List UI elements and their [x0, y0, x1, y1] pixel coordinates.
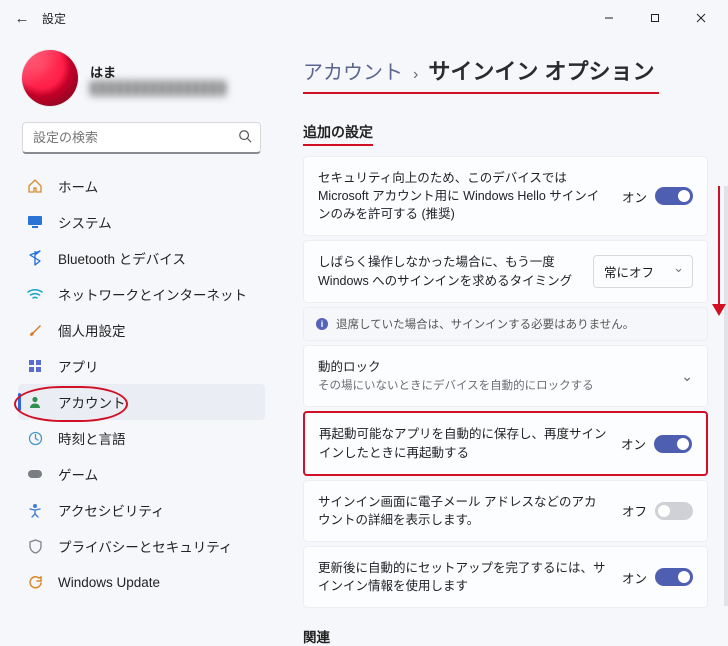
setting-text: 更新後に自動的にセットアップを完了するには、サインイン情報を使用します — [318, 559, 608, 595]
sidebar-item-label: Windows Update — [58, 575, 160, 590]
setting-subtext: その場にいないときにデバイスを自動的にロックする — [318, 378, 661, 395]
sidebar-item-label: ホーム — [58, 176, 98, 196]
setting-show-email: サインイン画面に電子メール アドレスなどのアカウントの詳細を表示します。 オフ — [303, 480, 708, 542]
setting-finish-setup: 更新後に自動的にセットアップを完了するには、サインイン情報を使用します オン — [303, 546, 708, 608]
content-pane: アカウント › サインイン オプション 追加の設定 セキュリティ向上のため、この… — [275, 36, 728, 614]
setting-text: セキュリティ向上のため、このデバイスでは Microsoft アカウント用に W… — [318, 169, 608, 223]
sidebar-item-home[interactable]: ホーム — [18, 168, 265, 204]
shield-icon — [26, 539, 44, 554]
setting-hello-only: セキュリティ向上のため、このデバイスでは Microsoft アカウント用に W… — [303, 156, 708, 236]
toggle-switch[interactable] — [655, 187, 693, 205]
setting-dynamic-lock[interactable]: 動的ロック その場にいないときにデバイスを自動的にロックする ⌄ — [303, 345, 708, 408]
sidebar-item-gaming[interactable]: ゲーム — [18, 456, 265, 492]
sidebar-item-label: プライバシーとセキュリティ — [58, 536, 232, 556]
toggle-state-label: オン — [622, 568, 647, 587]
search-input[interactable] — [31, 129, 238, 146]
toggle-switch[interactable] — [655, 568, 693, 586]
sidebar-item-label: アカウント — [58, 392, 126, 412]
profile-block[interactable]: はま ████████████████ — [22, 50, 265, 106]
search-icon — [238, 129, 252, 146]
chevron-down-icon: ⌄ — [681, 368, 693, 385]
sidebar-item-windows-update[interactable]: Windows Update — [18, 564, 265, 600]
setting-title: 動的ロック — [318, 358, 661, 376]
sidebar-item-accessibility[interactable]: アクセシビリティ — [18, 492, 265, 528]
sidebar: はま ████████████████ ホーム システム Bluetooth と… — [0, 36, 275, 614]
toggle-switch[interactable] — [655, 502, 693, 520]
maximize-button[interactable] — [632, 3, 678, 33]
setting-text: 再起動可能なアプリを自動的に保存し、再度サインインしたときに再起動する — [319, 425, 607, 461]
sidebar-item-system[interactable]: システム — [18, 204, 265, 240]
nav-list: ホーム システム Bluetooth とデバイス ネットワークとインターネット … — [18, 168, 265, 600]
breadcrumb: アカウント › サインイン オプション — [303, 54, 659, 94]
accessibility-icon — [26, 503, 44, 518]
info-icon: i — [316, 318, 328, 330]
window-title: 設定 — [42, 10, 586, 27]
reauth-select[interactable]: 常にオフ — [593, 255, 693, 288]
sidebar-item-label: システム — [58, 212, 112, 232]
profile-name: はま — [90, 62, 226, 81]
sidebar-item-label: Bluetooth とデバイス — [58, 248, 186, 268]
sidebar-item-accounts[interactable]: アカウント — [18, 384, 265, 420]
section-heading-related: 関連 — [303, 626, 708, 646]
scrollbar[interactable] — [724, 186, 728, 606]
toggle-switch[interactable] — [654, 435, 692, 453]
avatar — [22, 50, 78, 106]
toggle-state-label: オン — [622, 187, 647, 206]
breadcrumb-root[interactable]: アカウント — [303, 56, 403, 85]
sidebar-item-bluetooth[interactable]: Bluetooth とデバイス — [18, 240, 265, 276]
info-row-away: i 退席していた場合は、サインインする必要はありません。 — [303, 307, 708, 341]
system-icon — [26, 215, 44, 229]
titlebar: ← 設定 — [0, 0, 728, 36]
section-heading-additional: 追加の設定 — [303, 122, 373, 146]
brush-icon — [26, 322, 44, 338]
sidebar-item-label: ゲーム — [58, 464, 98, 484]
setting-restart-apps: 再起動可能なアプリを自動的に保存し、再度サインインしたときに再起動する オン — [303, 411, 708, 475]
sidebar-item-network[interactable]: ネットワークとインターネット — [18, 276, 265, 312]
wifi-icon — [26, 288, 44, 300]
toggle-state-label: オン — [621, 434, 646, 453]
toggle-state-label: オフ — [622, 501, 647, 520]
setting-text: サインイン画面に電子メール アドレスなどのアカウントの詳細を表示します。 — [318, 493, 608, 529]
sidebar-item-time-language[interactable]: 時刻と言語 — [18, 420, 265, 456]
home-icon — [26, 178, 44, 194]
person-icon — [26, 395, 44, 409]
sidebar-item-label: アクセシビリティ — [58, 500, 165, 520]
sidebar-item-label: 個人用設定 — [58, 320, 126, 340]
sidebar-item-label: アプリ — [58, 356, 99, 376]
profile-email: ████████████████ — [90, 81, 226, 95]
bluetooth-icon — [26, 250, 44, 266]
clock-globe-icon — [26, 431, 44, 446]
sidebar-item-apps[interactable]: アプリ — [18, 348, 265, 384]
apps-icon — [26, 359, 44, 373]
back-button[interactable]: ← — [10, 10, 34, 27]
close-button[interactable] — [678, 3, 724, 33]
setting-text: しばらく操作しなかった場合に、もう一度 Windows へのサインインを求めるタ… — [318, 253, 579, 289]
setting-reauth-timing: しばらく操作しなかった場合に、もう一度 Windows へのサインインを求めるタ… — [303, 240, 708, 302]
update-icon — [26, 575, 44, 590]
info-text: 退席していた場合は、サインインする必要はありません。 — [336, 316, 634, 332]
breadcrumb-leaf: サインイン オプション — [428, 54, 654, 86]
sidebar-item-label: 時刻と言語 — [58, 428, 126, 448]
sidebar-item-label: ネットワークとインターネット — [58, 284, 247, 304]
sidebar-item-personalization[interactable]: 個人用設定 — [18, 312, 265, 348]
minimize-button[interactable] — [586, 3, 632, 33]
sidebar-item-privacy[interactable]: プライバシーとセキュリティ — [18, 528, 265, 564]
gamepad-icon — [26, 468, 44, 480]
search-box[interactable] — [22, 122, 261, 154]
chevron-right-icon: › — [413, 66, 418, 84]
